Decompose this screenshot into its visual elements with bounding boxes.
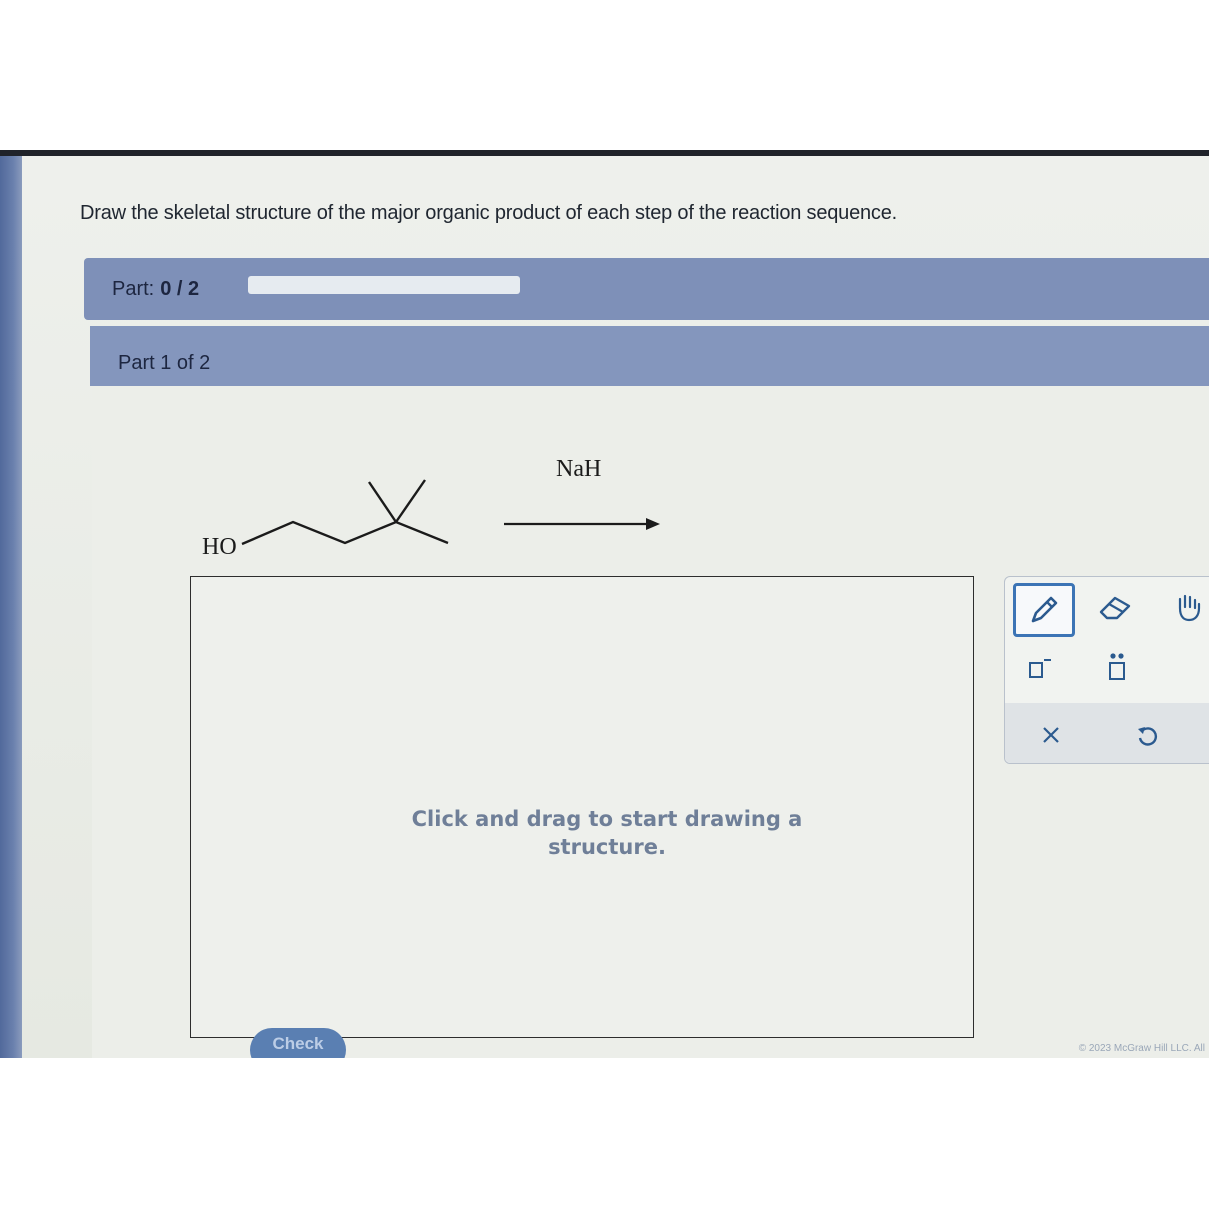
part-count: 0 / 2 — [160, 278, 200, 300]
question-instruction: Draw the skeletal structure of the major… — [80, 202, 898, 224]
copyright-notice: © 2023 McGraw Hill LLC. All — [1078, 1043, 1205, 1054]
reaction-arrow-head — [646, 518, 660, 530]
content-area: Draw the skeletal structure of the major… — [22, 156, 1209, 1058]
screen: Draw the skeletal structure of the major… — [0, 150, 1209, 1058]
part-label-text: Part: — [112, 278, 155, 300]
reagent-label: NaH — [556, 456, 602, 482]
reactant-skeleton — [241, 520, 449, 546]
check-button[interactable]: Check — [250, 1028, 346, 1058]
canvas-hint: Click and drag to start drawing a struct… — [411, 807, 803, 859]
undo-button[interactable] — [1127, 715, 1167, 755]
part-progress-label: Part: 0 / 2 — [112, 278, 199, 301]
drawing-canvas[interactable]: Click and drag to start drawing a struct… — [190, 576, 974, 1038]
left-rail — [0, 156, 22, 1058]
part-progress-bar: Part: 0 / 2 — [84, 258, 1209, 320]
eraser-icon — [1099, 596, 1131, 620]
methyl-branch-left — [368, 481, 397, 523]
pan-tool[interactable] — [1165, 585, 1209, 629]
eraser-tool[interactable] — [1093, 587, 1137, 627]
drawing-toolbox — [1004, 576, 1209, 764]
hand-icon — [1178, 594, 1201, 622]
undo-icon — [1138, 727, 1157, 746]
question-panel: HO NaH Click and drag to start drawing a… — [92, 386, 1209, 1058]
pencil-tool[interactable] — [1013, 583, 1075, 637]
lone-pair-tool[interactable] — [1097, 645, 1137, 689]
charge-minus-icon — [1029, 659, 1051, 678]
progress-track — [248, 276, 520, 294]
close-icon — [1043, 727, 1059, 743]
methyl-branch-right — [395, 479, 426, 523]
part-header: Part 1 of 2 — [90, 326, 1209, 386]
clear-button[interactable] — [1031, 715, 1071, 755]
hydroxyl-label: HO — [202, 534, 237, 560]
lone-pair-icon — [1109, 653, 1125, 680]
part-header-title: Part 1 of 2 — [118, 352, 211, 374]
reaction-scheme — [241, 479, 660, 546]
pencil-icon — [1031, 596, 1058, 623]
charge-tool[interactable] — [1019, 649, 1059, 689]
